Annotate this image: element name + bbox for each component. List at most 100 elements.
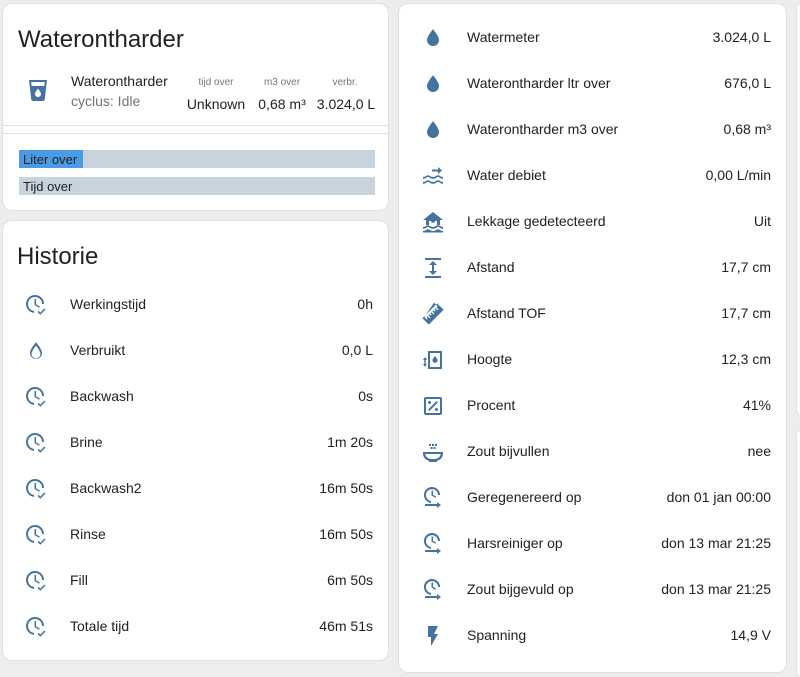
home-flood-icon [421, 210, 445, 234]
attr-value-m3-over: 0,68 m³ [258, 96, 306, 112]
entity-value: 46m 51s [319, 618, 373, 634]
entity-value: 676,0 L [724, 75, 771, 91]
entity-row-brine[interactable]: Brine 1m 20s [3, 420, 388, 466]
history-card-title: Historie [17, 243, 99, 270]
entity-row-zout-bijgevuld-op[interactable]: Zout bijgevuld op don 13 mar 21:25 [399, 567, 786, 613]
water-drop-icon [421, 26, 445, 50]
entity-row-geregenereerd-op[interactable]: Geregenereerd op don 01 jan 00:00 [399, 475, 786, 521]
entity-row-lekkage-gedetecteerd[interactable]: Lekkage gedetecteerd Uit [399, 199, 786, 245]
entity-row-hoogte[interactable]: Hoogte 12,3 cm [399, 337, 786, 383]
entity-label: Zout bijvullen [467, 443, 550, 459]
history-card: Historie Werkingstijd 0h Verbruikt 0,0 L Bac… [2, 220, 389, 661]
entity-row-harsreiniger-op[interactable]: Harsreiniger op don 13 mar 21:25 [399, 521, 786, 567]
entity-row-backwash[interactable]: Backwash 0s [3, 374, 388, 420]
cup-water-icon[interactable] [26, 78, 50, 102]
entity-value: 14,9 V [730, 627, 771, 643]
softener-card: Waterontharder Waterontharder cyclus: Id… [2, 3, 389, 211]
entity-row-water-debiet[interactable]: Water debiet 0,00 L/min [399, 153, 786, 199]
water-drop-icon [421, 72, 445, 96]
card-divider [3, 133, 388, 134]
entity-value: 0h [357, 296, 373, 312]
attr-label-m3-over: m3 over [263, 77, 301, 88]
clock-check-icon [24, 431, 48, 455]
entity-value: 0,00 L/min [705, 167, 771, 183]
entity-label: Zout bijgevuld op [467, 581, 574, 597]
entity-label: Watermeter [467, 29, 540, 45]
entity-value: Uit [753, 213, 771, 229]
clock-arrow-right-icon [421, 532, 445, 556]
clock-arrow-right-icon [421, 486, 445, 510]
entity-row-spanning[interactable]: Spanning 14,9 V [399, 613, 786, 659]
clock-arrow-right-icon [421, 578, 445, 602]
entity-label: Rinse [70, 526, 106, 542]
entity-value: 41% [742, 397, 771, 413]
entity-row-zout-bijvullen[interactable]: Zout bijvullen nee [399, 429, 786, 475]
attr-value-verbr: 3.024,0 L [316, 96, 376, 112]
clock-check-icon [24, 293, 48, 317]
entity-value: 0s [358, 388, 373, 404]
percent-box-icon [421, 394, 445, 418]
clock-check-icon [24, 477, 48, 501]
entity-row-procent[interactable]: Procent 41% [399, 383, 786, 429]
entity-row-rinse[interactable]: Rinse 16m 50s [3, 512, 388, 558]
entity-label: Verbruikt [70, 342, 126, 358]
adjacent-card-edge [796, 3, 800, 415]
flash-icon [421, 624, 445, 648]
entity-row-verbruikt[interactable]: Verbruikt 0,0 L [3, 328, 388, 374]
water-outline-icon [24, 339, 48, 363]
attr-label-verbr: verbr. [332, 77, 358, 88]
entity-value: 3.024,0 L [712, 29, 771, 45]
entity-row-totale-tijd[interactable]: Totale tijd 46m 51s [3, 604, 388, 650]
entity-label: Water debiet [467, 167, 546, 183]
clock-check-icon [24, 615, 48, 639]
entity-row-fill[interactable]: Fill 6m 50s [3, 558, 388, 604]
entity-label: Hoogte [467, 351, 513, 367]
entity-row-waterontharder-ltr-over[interactable]: Waterontharder ltr over 676,0 L [399, 61, 786, 107]
entity-label: Waterontharder ltr over [467, 75, 611, 91]
entity-label: Harsreiniger op [467, 535, 563, 551]
entity-value: 1m 20s [327, 434, 373, 450]
entity-label: Werkingstijd [70, 296, 146, 312]
salt-bowl-icon [421, 440, 445, 464]
entity-row-watermeter[interactable]: Watermeter 3.024,0 L [399, 15, 786, 61]
entity-value: 16m 50s [319, 480, 373, 496]
entity-value: don 13 mar 21:25 [661, 535, 771, 551]
entity-row-waterontharder-m3-over[interactable]: Waterontharder m3 over 0,68 m³ [399, 107, 786, 153]
entity-label: Brine [70, 434, 103, 450]
entity-value: 17,7 cm [721, 259, 771, 275]
softener-card-title: Waterontharder [18, 26, 184, 53]
entity-label: Afstand [467, 259, 515, 275]
entity-value: 0,0 L [341, 342, 373, 358]
attr-label-tijd-over: tijd over [198, 77, 234, 88]
water-drop-icon [421, 118, 445, 142]
liter-over-bar: Liter over [19, 150, 375, 168]
entity-row-afstand-tof[interactable]: Afstand TOF 17,7 cm [399, 291, 786, 337]
entity-row-backwash2[interactable]: Backwash2 16m 50s [3, 466, 388, 512]
attr-value-tijd-over: Unknown [186, 96, 246, 112]
card-divider [3, 125, 388, 126]
entity-value: don 13 mar 21:25 [661, 581, 771, 597]
entity-label: Geregenereerd op [467, 489, 582, 505]
clock-check-icon [24, 523, 48, 547]
entity-label: Lekkage gedetecteerd [467, 213, 606, 229]
entity-value: 17,7 cm [721, 305, 771, 321]
entity-label: Totale tijd [70, 618, 130, 634]
entity-value: 12,3 cm [721, 351, 771, 367]
liter-over-bar-label: Liter over [23, 152, 78, 167]
arrow-expand-vertical-icon [421, 256, 445, 280]
entity-value: 0,68 m³ [723, 121, 771, 137]
entity-value: nee [747, 443, 771, 459]
entity-label: Fill [70, 572, 88, 588]
entity-label: Procent [467, 397, 516, 413]
entities-card: Watermeter 3.024,0 L Waterontharder ltr ov… [398, 3, 787, 673]
waves-arrow-right-icon [421, 164, 445, 188]
entity-value: don 01 jan 00:00 [666, 489, 771, 505]
softener-entity-name[interactable]: Waterontharder [71, 73, 168, 89]
entity-value: 16m 50s [319, 526, 373, 542]
entity-row-werkingstijd[interactable]: Werkingstijd 0h [3, 282, 388, 328]
entity-label: Afstand TOF [467, 305, 546, 321]
entity-label: Waterontharder m3 over [467, 121, 619, 137]
entity-row-afstand[interactable]: Afstand 17,7 cm [399, 245, 786, 291]
entity-label: Backwash2 [70, 480, 142, 496]
softener-entity-state: cyclus: Idle [71, 93, 141, 109]
